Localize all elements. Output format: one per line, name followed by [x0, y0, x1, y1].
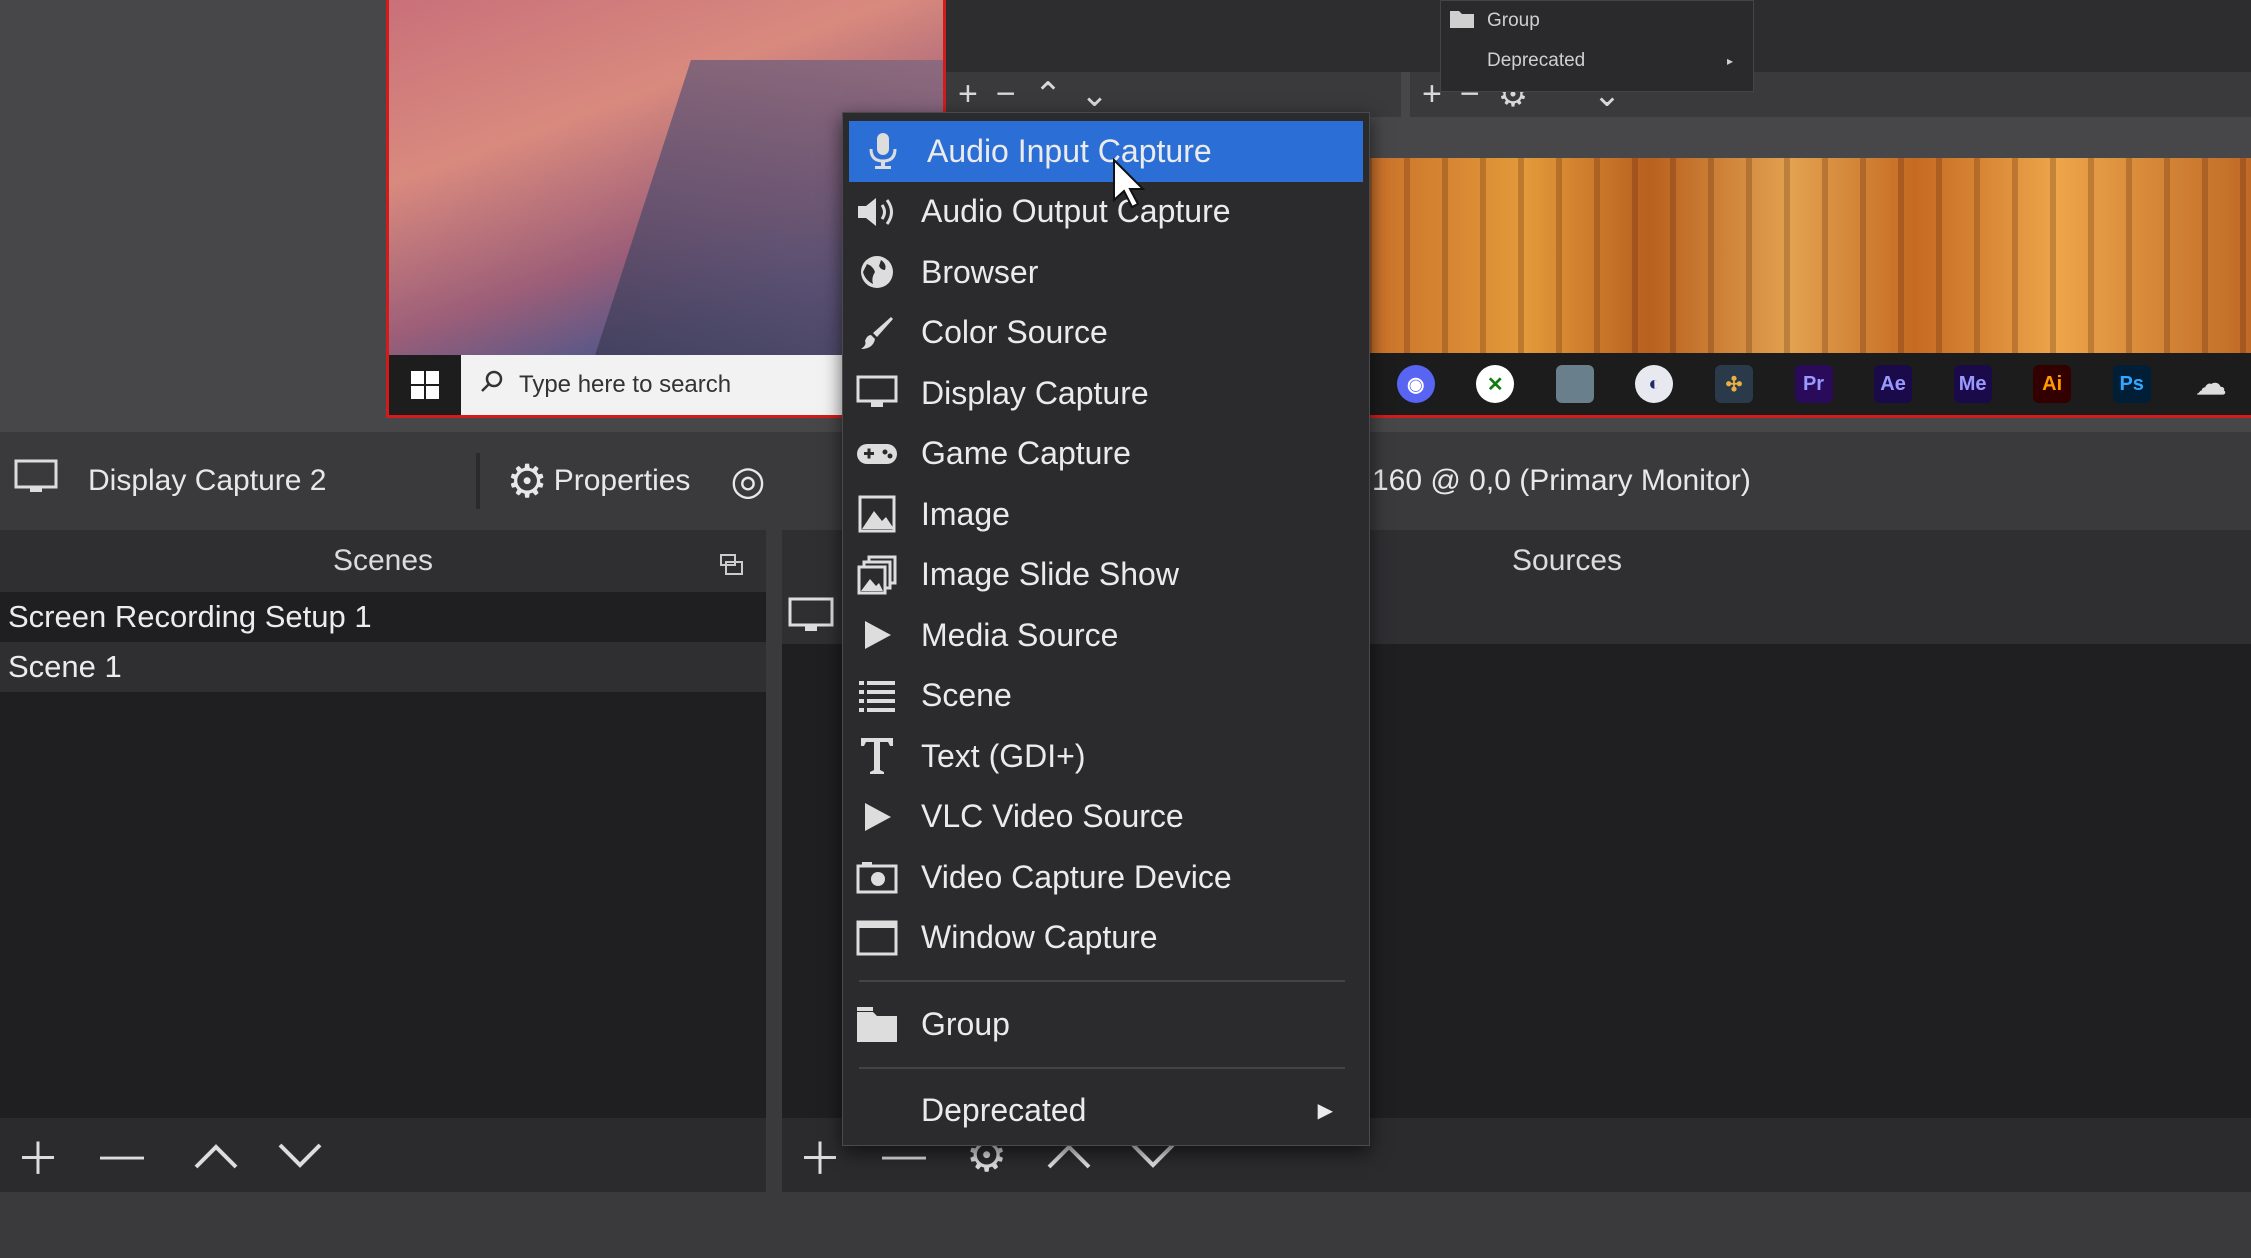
speaker-icon [843, 195, 911, 229]
menu-item-browser[interactable]: Browser [843, 242, 1369, 303]
menu-item-deprecated[interactable]: Deprecated ▶ [843, 1081, 1369, 1142]
mouse-cursor-icon [1112, 157, 1146, 215]
remove-scene-button[interactable]: — [100, 1130, 144, 1180]
scenes-header: Scenes [0, 530, 766, 592]
move-down-icon[interactable]: ⌄ [1080, 75, 1109, 115]
menu-item-text-gdi[interactable]: Text (GDI+) [843, 726, 1369, 787]
image-icon [843, 495, 911, 533]
menu-item-audio-output-capture[interactable]: Audio Output Capture [843, 182, 1369, 243]
scene-item[interactable]: Screen Recording Setup 1 [0, 592, 766, 642]
menu-item-media-source[interactable]: Media Source [843, 605, 1369, 666]
after-effects-icon: Ae [1853, 353, 1933, 415]
photoshop-icon: Ps [2092, 353, 2172, 415]
monitor-icon [14, 459, 58, 503]
gamepad-icon [843, 440, 911, 468]
divider [476, 453, 481, 509]
menu-separator [859, 980, 1345, 982]
background-mini-menu: Group Deprecated ▸ [1440, 0, 1754, 92]
properties-button[interactable]: ⚙ Properties [506, 458, 690, 504]
mini-menu-item-group[interactable]: Group [1441, 1, 1753, 41]
camera-icon [843, 860, 911, 894]
illustrator-icon: Ai [2012, 353, 2092, 415]
scenes-title: Scenes [332, 544, 434, 577]
submenu-arrow-icon: ▶ [1317, 1100, 1333, 1123]
background-dock-toolbar: + − ⌃ ⌄ [946, 72, 1401, 117]
add-scene-button[interactable]: ＋ [16, 1123, 60, 1187]
folder-icon [843, 1004, 911, 1044]
menu-item-vlc-video-source[interactable]: VLC Video Source [843, 787, 1369, 848]
microphone-icon [849, 131, 917, 171]
mini-menu-item-deprecated[interactable]: Deprecated ▸ [1441, 41, 1753, 81]
menu-item-color-source[interactable]: Color Source [843, 303, 1369, 364]
discord-icon: ◉ [1376, 353, 1456, 415]
window-icon [843, 920, 911, 956]
status-area [0, 1192, 2251, 1258]
cloud-icon: ☁ [2196, 367, 2227, 401]
filters-icon[interactable]: ◎ [730, 458, 765, 504]
windows-logo-icon [389, 355, 461, 415]
scene-item[interactable]: Scene 1 [0, 642, 766, 692]
display-info: 160 @ 0,0 (Primary Monitor) [1372, 464, 1751, 497]
slideshow-icon [843, 555, 911, 595]
move-scene-down-button[interactable] [278, 1130, 322, 1180]
gear-icon: ⚙ [506, 455, 548, 507]
undock-icon[interactable] [720, 550, 744, 584]
play-icon [843, 619, 911, 651]
selected-source: Display Capture 2 [0, 459, 326, 503]
move-scene-up-button[interactable] [194, 1130, 238, 1180]
add-icon[interactable]: + [958, 75, 978, 114]
add-source-menu: Audio Input Capture Audio Output Capture… [842, 112, 1370, 1146]
cinema4d-icon: ◐ [1615, 353, 1695, 415]
remove-icon[interactable]: − [996, 75, 1016, 114]
media-encoder-icon: Me [1933, 353, 2013, 415]
menu-item-game-capture[interactable]: Game Capture [843, 424, 1369, 485]
move-up-icon[interactable]: ⌃ [1034, 75, 1063, 115]
list-icon [843, 678, 911, 714]
globe-icon [843, 254, 911, 290]
brush-icon [843, 315, 911, 351]
play-icon [843, 801, 911, 833]
monitor-icon [843, 375, 911, 411]
add-source-button[interactable]: ＋ [798, 1123, 842, 1187]
folder-icon [1449, 7, 1475, 35]
game-icon [1535, 353, 1615, 415]
scenes-dock: Scenes Screen Recording Setup 1 Scene 1 … [0, 530, 766, 1192]
preview-right-capture[interactable]: ◉ ✕ ◐ ✣ Pr Ae Me Ai Ps ☁ [1366, 158, 2251, 418]
captured-taskbar-apps: ◉ ✕ ◐ ✣ Pr Ae Me Ai Ps ☁ [1366, 353, 2251, 415]
premiere-icon: Pr [1774, 353, 1854, 415]
resolve-icon: ✣ [1694, 353, 1774, 415]
search-placeholder: Type here to search [519, 371, 732, 398]
menu-item-image[interactable]: Image [843, 484, 1369, 545]
menu-item-image-slide-show[interactable]: Image Slide Show [843, 545, 1369, 606]
menu-item-audio-input-capture[interactable]: Audio Input Capture [849, 121, 1363, 182]
menu-item-scene[interactable]: Scene [843, 666, 1369, 727]
scenes-toolbar: ＋ — [0, 1118, 766, 1192]
menu-item-video-capture-device[interactable]: Video Capture Device [843, 847, 1369, 908]
menu-separator [859, 1066, 1345, 1069]
text-icon [843, 736, 911, 776]
selected-source-name: Display Capture 2 [88, 464, 327, 497]
sources-title: Sources [1512, 544, 1623, 577]
menu-item-display-capture[interactable]: Display Capture [843, 363, 1369, 424]
menu-item-group[interactable]: Group [843, 994, 1369, 1055]
search-icon [479, 369, 505, 402]
menu-item-window-capture[interactable]: Window Capture [843, 908, 1369, 969]
submenu-arrow-icon: ▸ [1726, 54, 1733, 68]
add-icon[interactable]: + [1422, 75, 1442, 114]
monitor-icon [788, 597, 834, 640]
xbox-icon: ✕ [1456, 353, 1536, 415]
